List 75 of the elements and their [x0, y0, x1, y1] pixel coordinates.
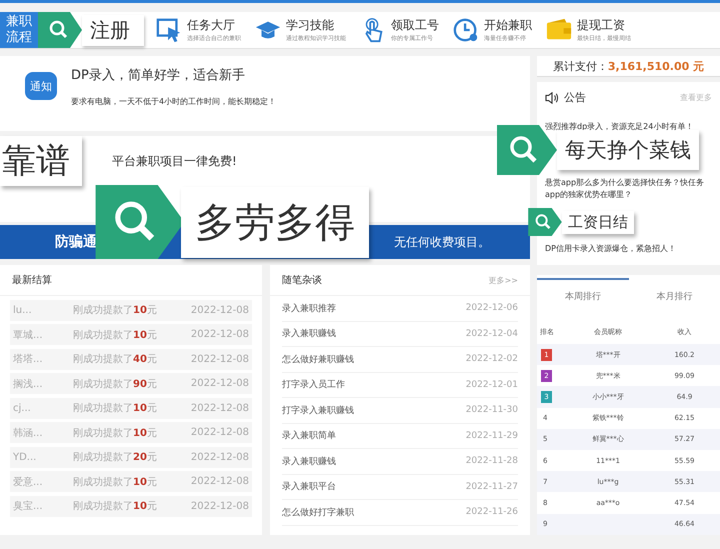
- withdrawal-text: 刚成功提款了10元: [73, 476, 158, 488]
- date-text: 2022-12-06: [466, 303, 518, 314]
- member-name: 塔塔...: [13, 352, 44, 366]
- date-text: 2022-11-28: [466, 456, 518, 466]
- article-link[interactable]: 录入兼职赚钱: [282, 454, 336, 468]
- date-text: 2022-12-08: [190, 354, 249, 364]
- date-text: 2022-12-08: [190, 452, 249, 462]
- cursor-icon: [156, 17, 182, 43]
- date-text: 2022-11-27: [466, 482, 518, 492]
- withdrawal-text: 刚成功提款了10元: [73, 402, 158, 415]
- article-link[interactable]: 怎么做好兼职赚钱: [282, 352, 354, 366]
- article-link[interactable]: 打字录入员工作: [282, 378, 345, 392]
- panel-title: 随笔杂谈: [282, 274, 322, 287]
- member-name: 臭宝...: [13, 500, 44, 513]
- announcement-link[interactable]: 悬赏app那么多为什么要选择快任务？快任务app的独家优势在哪里？: [545, 177, 712, 201]
- withdrawal-text: 刚成功提款了10元: [73, 500, 158, 513]
- date-text: 2022-12-08: [190, 329, 249, 340]
- withdrawal-text: 刚成功提款了10元: [73, 328, 158, 342]
- panel-title: 最新结算: [12, 274, 52, 287]
- sticker-label: 每天挣个菜钱: [557, 130, 699, 170]
- article-link[interactable]: 录入兼职推荐: [282, 302, 336, 315]
- withdrawal-text: 刚成功提款了90元: [73, 378, 158, 390]
- article-link[interactable]: 录入兼职平台: [282, 480, 336, 494]
- announcement-link[interactable]: DP信用卡录入资源爆仓，紧急招人！: [545, 243, 712, 255]
- total-label: 累计支付：: [552, 58, 608, 74]
- withdrawal-text: 刚成功提款了10元: [73, 426, 158, 440]
- process-label: 兼职流程: [0, 12, 38, 48]
- announcement-link[interactable]: 强烈推荐dp录入，资源充足24小时有单！: [545, 121, 712, 133]
- banner-title: 防骗通: [55, 233, 97, 251]
- register-link[interactable]: 注册: [82, 14, 144, 46]
- announcement-title: 公告: [564, 90, 586, 105]
- clock-icon: [453, 17, 479, 43]
- date-text: 2022-12-08: [190, 427, 249, 438]
- date-text: 2022-12-02: [466, 354, 518, 364]
- nav-title: 任务大厅: [187, 17, 236, 34]
- date-text: 2022-11-30: [466, 405, 518, 416]
- date-text: 2022-12-08: [190, 304, 249, 316]
- sticker-label: 靠谱: [0, 136, 82, 186]
- date-text: 2022-11-26: [466, 507, 518, 518]
- member-name: lu...: [13, 304, 33, 316]
- member-name: 搁浅...: [13, 378, 44, 390]
- nav-title: 提现工资: [577, 17, 626, 34]
- member-name: 韩涵...: [13, 426, 44, 440]
- date-text: 2022-11-29: [466, 430, 518, 441]
- article-link[interactable]: 怎么做好打字兼职: [282, 506, 354, 519]
- date-text: 2022-12-08: [190, 402, 249, 414]
- date-text: 2022-12-04: [466, 328, 518, 339]
- member-name: YD...: [13, 452, 38, 462]
- nav-title: 学习技能: [286, 17, 335, 34]
- notice-title: 平台兼职项目一律免费!: [112, 154, 237, 168]
- member-name: 覃城...: [13, 328, 44, 342]
- ranking-tab[interactable]: 本月排行: [628, 278, 720, 313]
- date-text: 2022-12-08: [190, 476, 249, 487]
- date-text: 2022-12-08: [190, 500, 249, 512]
- ranking-tab[interactable]: 本周排行: [537, 278, 628, 313]
- date-text: 2022-12-01: [466, 380, 518, 390]
- article-link[interactable]: 录入兼职赚钱: [282, 327, 336, 340]
- nav-title: 领取工号: [391, 17, 439, 34]
- nav-title: 开始兼职: [484, 17, 532, 34]
- notice-text: 要求有电脑，一天不低于4小时的工作时间，能长期稳定！: [71, 96, 276, 107]
- withdrawal-text: 刚成功提款了40元: [73, 352, 158, 366]
- article-link[interactable]: 录入兼职简单: [282, 429, 336, 442]
- withdrawal-text: 刚成功提款了20元: [73, 450, 158, 464]
- withdrawal-text: 刚成功提款了10元: [73, 304, 158, 317]
- member-name: cj...: [13, 402, 32, 414]
- speaker-icon: [545, 92, 559, 104]
- notice-title: DP录入，简单好学，适合新手: [71, 67, 246, 84]
- member-name: 爱意...: [13, 476, 44, 488]
- notice-badge: 通知: [25, 72, 57, 100]
- date-text: 2022-12-08: [190, 378, 249, 389]
- sticker-label: 工资日结: [562, 210, 634, 234]
- banner-text: 无任何收费项目。: [394, 234, 490, 250]
- total-value: 3,161,510.00 元: [608, 58, 704, 74]
- sticker-label: 多劳多得: [181, 186, 369, 258]
- article-link[interactable]: 打字录入兼职赚钱: [282, 404, 354, 417]
